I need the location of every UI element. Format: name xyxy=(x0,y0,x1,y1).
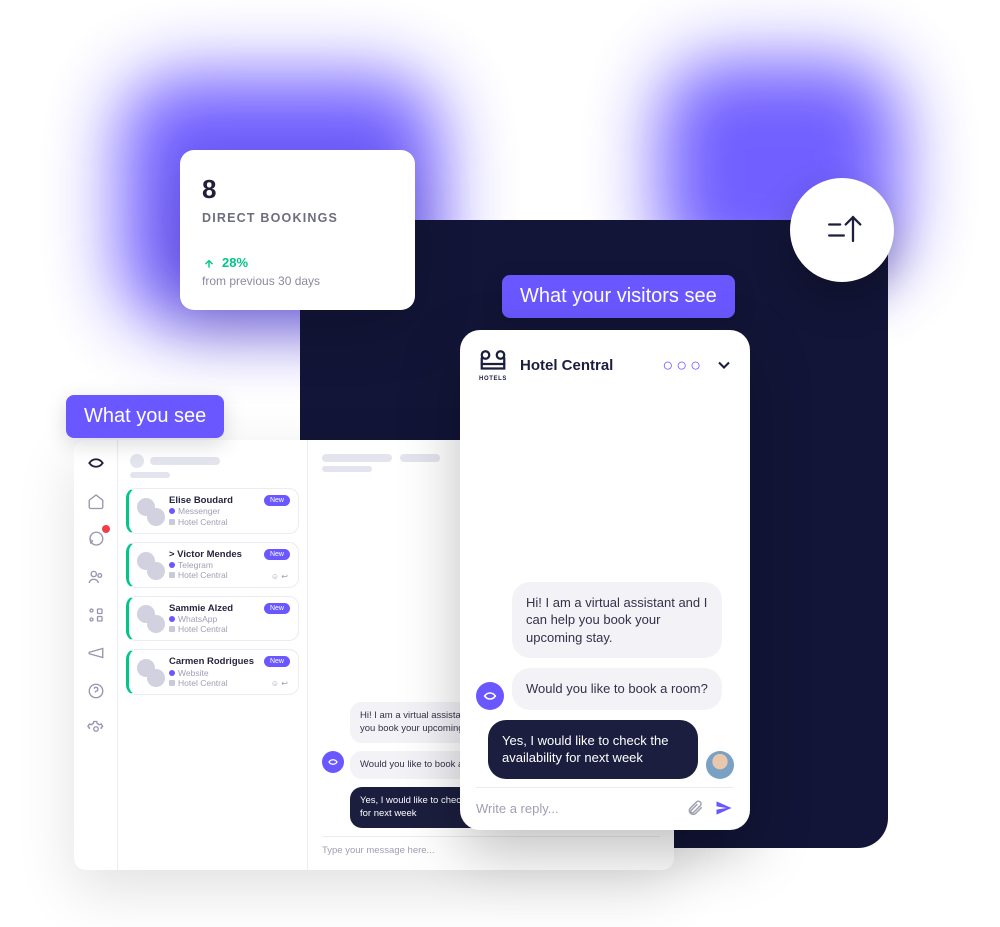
visitor-chat-widget: HOTELS Hotel Central ○○○ Hi! I am a virt… xyxy=(460,330,750,830)
chat-msg-bot: Hi! I am a virtual assistant and I can h… xyxy=(512,582,722,659)
nav-inbox[interactable] xyxy=(85,528,107,550)
inbox-brand: Hotel Central xyxy=(169,570,242,580)
sort-ascending-button[interactable] xyxy=(790,178,894,282)
inbox-status-badge: New xyxy=(264,656,290,667)
nav-campaigns[interactable] xyxy=(85,642,107,664)
inbox-list: Elise BoudardMessengerHotel CentralNew> … xyxy=(118,440,308,870)
inbox-name: Elise Boudard xyxy=(169,495,233,506)
chat-input-row: Write a reply... xyxy=(476,787,734,818)
inbox-foot: ☺ ↩ xyxy=(271,679,288,688)
inbox-brand: Hotel Central xyxy=(169,517,233,527)
hotel-logo-icon xyxy=(478,348,508,374)
nav-settings[interactable] xyxy=(85,718,107,740)
inbox-item[interactable]: Carmen RodriguesWebsiteHotel Central New ☺… xyxy=(126,649,299,695)
brand-logo-icon xyxy=(85,452,107,474)
inbox-status-badge: New xyxy=(264,549,290,560)
stat-value: 8 xyxy=(202,174,393,205)
hotel-logo: HOTELS xyxy=(476,348,510,382)
nav-home[interactable] xyxy=(85,490,107,512)
bot-avatar-icon xyxy=(476,682,504,710)
inbox-meta: Website xyxy=(169,668,254,678)
nav-contacts[interactable] xyxy=(85,566,107,588)
inbox-avatars xyxy=(137,498,163,524)
inbox-item[interactable]: Elise BoudardMessengerHotel Central New xyxy=(126,488,299,534)
inbox-item[interactable]: > Victor MendesTelegramHotel Central New ☺… xyxy=(126,542,299,588)
tag-what-visitors-see: What your visitors see xyxy=(502,275,735,318)
inbox-status-badge: New xyxy=(264,603,290,614)
inbox-name: Carmen Rodrigues xyxy=(169,656,254,667)
stat-title: DIRECT BOOKINGS xyxy=(202,211,393,225)
inbox-avatars xyxy=(137,605,163,631)
attachment-icon[interactable] xyxy=(686,799,704,817)
inbox-meta: WhatsApp xyxy=(169,614,233,624)
inbox-status-badge: New xyxy=(264,495,290,506)
agent-message-input[interactable]: Type your message here... xyxy=(322,836,660,856)
chat-header: HOTELS Hotel Central ○○○ xyxy=(476,348,734,382)
nav-help[interactable] xyxy=(85,680,107,702)
bot-avatar-icon xyxy=(322,751,344,773)
chat-title: Hotel Central xyxy=(520,357,652,374)
arrow-up-icon xyxy=(202,256,216,270)
nav-apps[interactable] xyxy=(85,604,107,626)
sort-ascending-icon xyxy=(820,208,864,252)
chat-msg-bot: Would you like to book a room? xyxy=(512,668,722,710)
stat-card-direct-bookings: 8 DIRECT BOOKINGS 28% from previous 30 d… xyxy=(180,150,415,310)
send-icon[interactable] xyxy=(714,798,734,818)
chevron-down-icon[interactable] xyxy=(714,355,734,375)
notification-badge xyxy=(102,525,110,533)
chat-reply-input[interactable]: Write a reply... xyxy=(476,801,676,816)
inbox-brand: Hotel Central xyxy=(169,624,233,634)
stat-trend-sub: from previous 30 days xyxy=(202,274,393,288)
inbox-meta: Messenger xyxy=(169,506,233,516)
inbox-meta: Telegram xyxy=(169,560,242,570)
tag-what-you-see: What you see xyxy=(66,395,224,438)
inbox-brand: Hotel Central xyxy=(169,678,254,688)
inbox-avatars xyxy=(137,552,163,578)
visitor-avatar xyxy=(706,751,734,779)
chat-body: Hi! I am a virtual assistant and I can h… xyxy=(476,382,734,787)
stat-trend-pct: 28% xyxy=(222,255,248,270)
dashboard-nav-rail xyxy=(74,440,118,870)
stat-trend: 28% xyxy=(202,255,393,270)
inbox-name: Sammie Alzed xyxy=(169,603,233,614)
inbox-item[interactable]: Sammie AlzedWhatsAppHotel Central New xyxy=(126,596,299,642)
inbox-avatars xyxy=(137,659,163,685)
inbox-foot: ☺ ↩ xyxy=(271,572,288,581)
inbox-name: > Victor Mendes xyxy=(169,549,242,560)
chat-msg-user: Yes, I would like to check the availabil… xyxy=(488,720,698,779)
